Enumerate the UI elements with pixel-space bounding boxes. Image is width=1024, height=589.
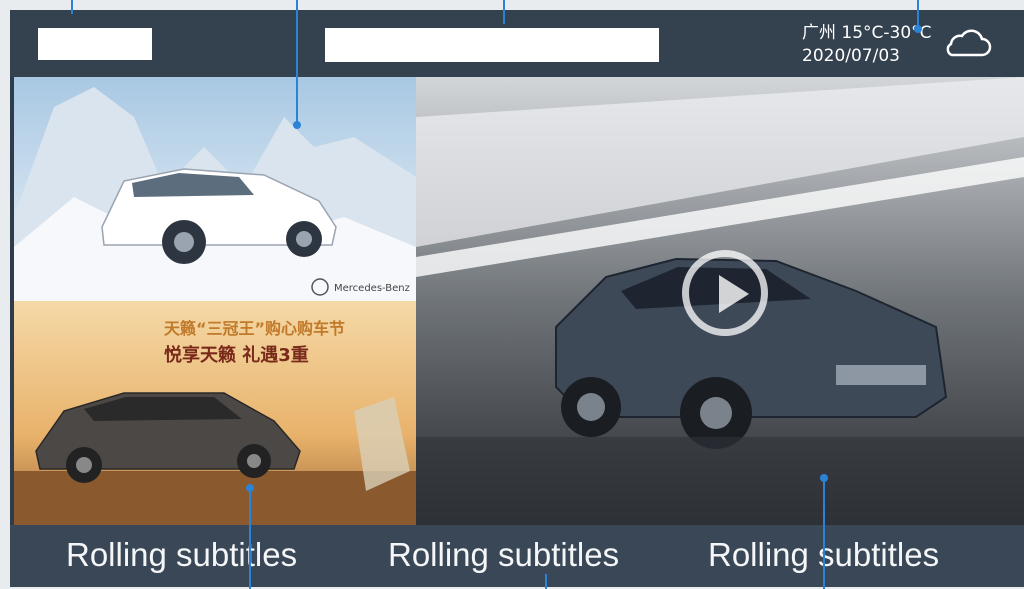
- date-label: 2020/07/03: [802, 46, 900, 66]
- promo-headline-1: 天籁“三冠王”购心购车节: [164, 319, 346, 338]
- weather-widget: 广州 15°C-30°C 2020/07/03: [802, 22, 932, 68]
- callout-dot-weather: [914, 25, 922, 33]
- video-panel[interactable]: [416, 77, 1024, 525]
- top-bar: 广州 15°C-30°C 2020/07/03: [10, 10, 1024, 77]
- rolling-subtitle-2: Rolling subtitles: [388, 536, 620, 573]
- callout-line-title: [503, 0, 505, 24]
- subtitle-bar: Rolling subtitles Rolling subtitles Roll…: [10, 525, 1024, 587]
- callout-dot-panel-1: [293, 121, 301, 129]
- signage-screen: 广州 15°C-30°C 2020/07/03 Mercedes-Benz 天籁…: [10, 10, 1024, 587]
- title-placeholder: [325, 28, 659, 62]
- promo-headline-2: 悦享天籁 礼遇3重: [164, 345, 309, 366]
- brand-label: Mercedes-Benz: [334, 283, 410, 294]
- city-label: 广州: [802, 23, 836, 43]
- play-icon[interactable]: [682, 250, 768, 336]
- winter-car-ad-panel: Mercedes-Benz: [14, 77, 416, 301]
- rolling-subtitle-1: Rolling subtitles: [66, 536, 298, 573]
- sedan-promo-panel: 天籁“三冠王”购心购车节 悦享天籁 礼遇3重: [14, 301, 416, 525]
- callout-line-video: [823, 478, 825, 589]
- logo-placeholder: [38, 28, 152, 60]
- callout-line-weather: [917, 0, 919, 28]
- callout-line-panel-2: [249, 488, 251, 589]
- callout-line-subtitles: [545, 574, 547, 589]
- callout-line-panel-1: [296, 0, 298, 125]
- cloud-icon: [946, 29, 992, 57]
- callout-line-logo: [71, 0, 73, 14]
